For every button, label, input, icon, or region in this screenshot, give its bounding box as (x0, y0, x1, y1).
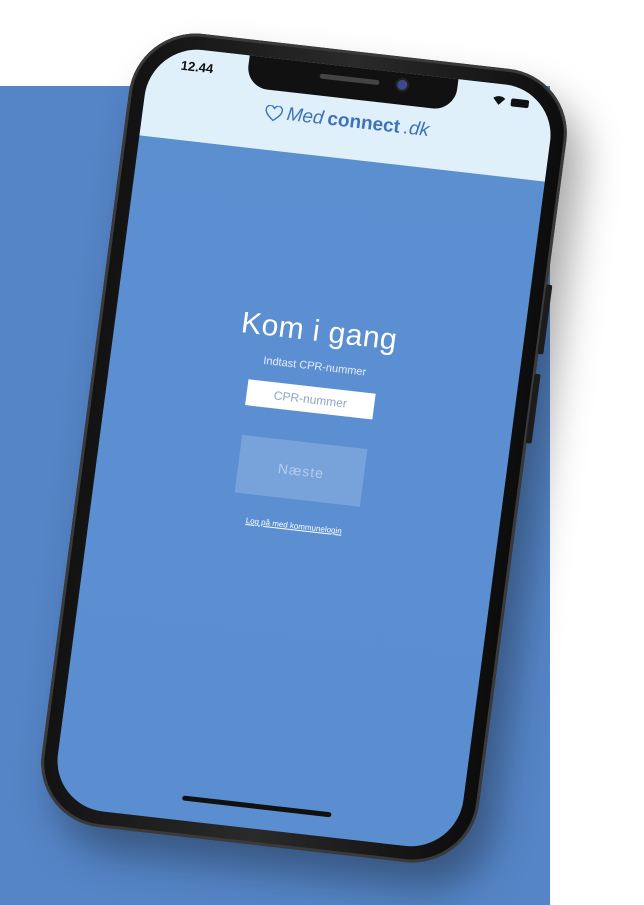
camera-icon (396, 79, 408, 91)
home-indicator[interactable] (181, 795, 332, 818)
wifi-icon (493, 96, 506, 105)
brand-domain: .dk (402, 117, 431, 142)
heart-icon (265, 104, 284, 122)
app-header: 12.44 Med connect .dk (139, 44, 557, 182)
status-icons (492, 95, 530, 108)
municipality-login-link[interactable]: Log på med kommunelogin (245, 516, 342, 536)
login-form: Kom i gang Indtast CPR-nummer Næste Log … (90, 292, 524, 553)
speaker-icon (319, 73, 380, 86)
cpr-input[interactable] (245, 379, 376, 420)
phone-screen: 12.44 Med connect .dk Kom i gang Indtast C… (51, 44, 557, 852)
battery-icon (510, 97, 530, 108)
brand-logo: Med connect .dk (263, 102, 430, 143)
brand-connect: connect (326, 108, 402, 138)
page-subtitle: Indtast CPR-nummer (262, 354, 367, 379)
brand-med: Med (285, 104, 325, 130)
page-title: Kom i gang (239, 306, 400, 357)
next-button[interactable]: Næste (234, 434, 368, 507)
status-time: 12.44 (179, 57, 215, 77)
